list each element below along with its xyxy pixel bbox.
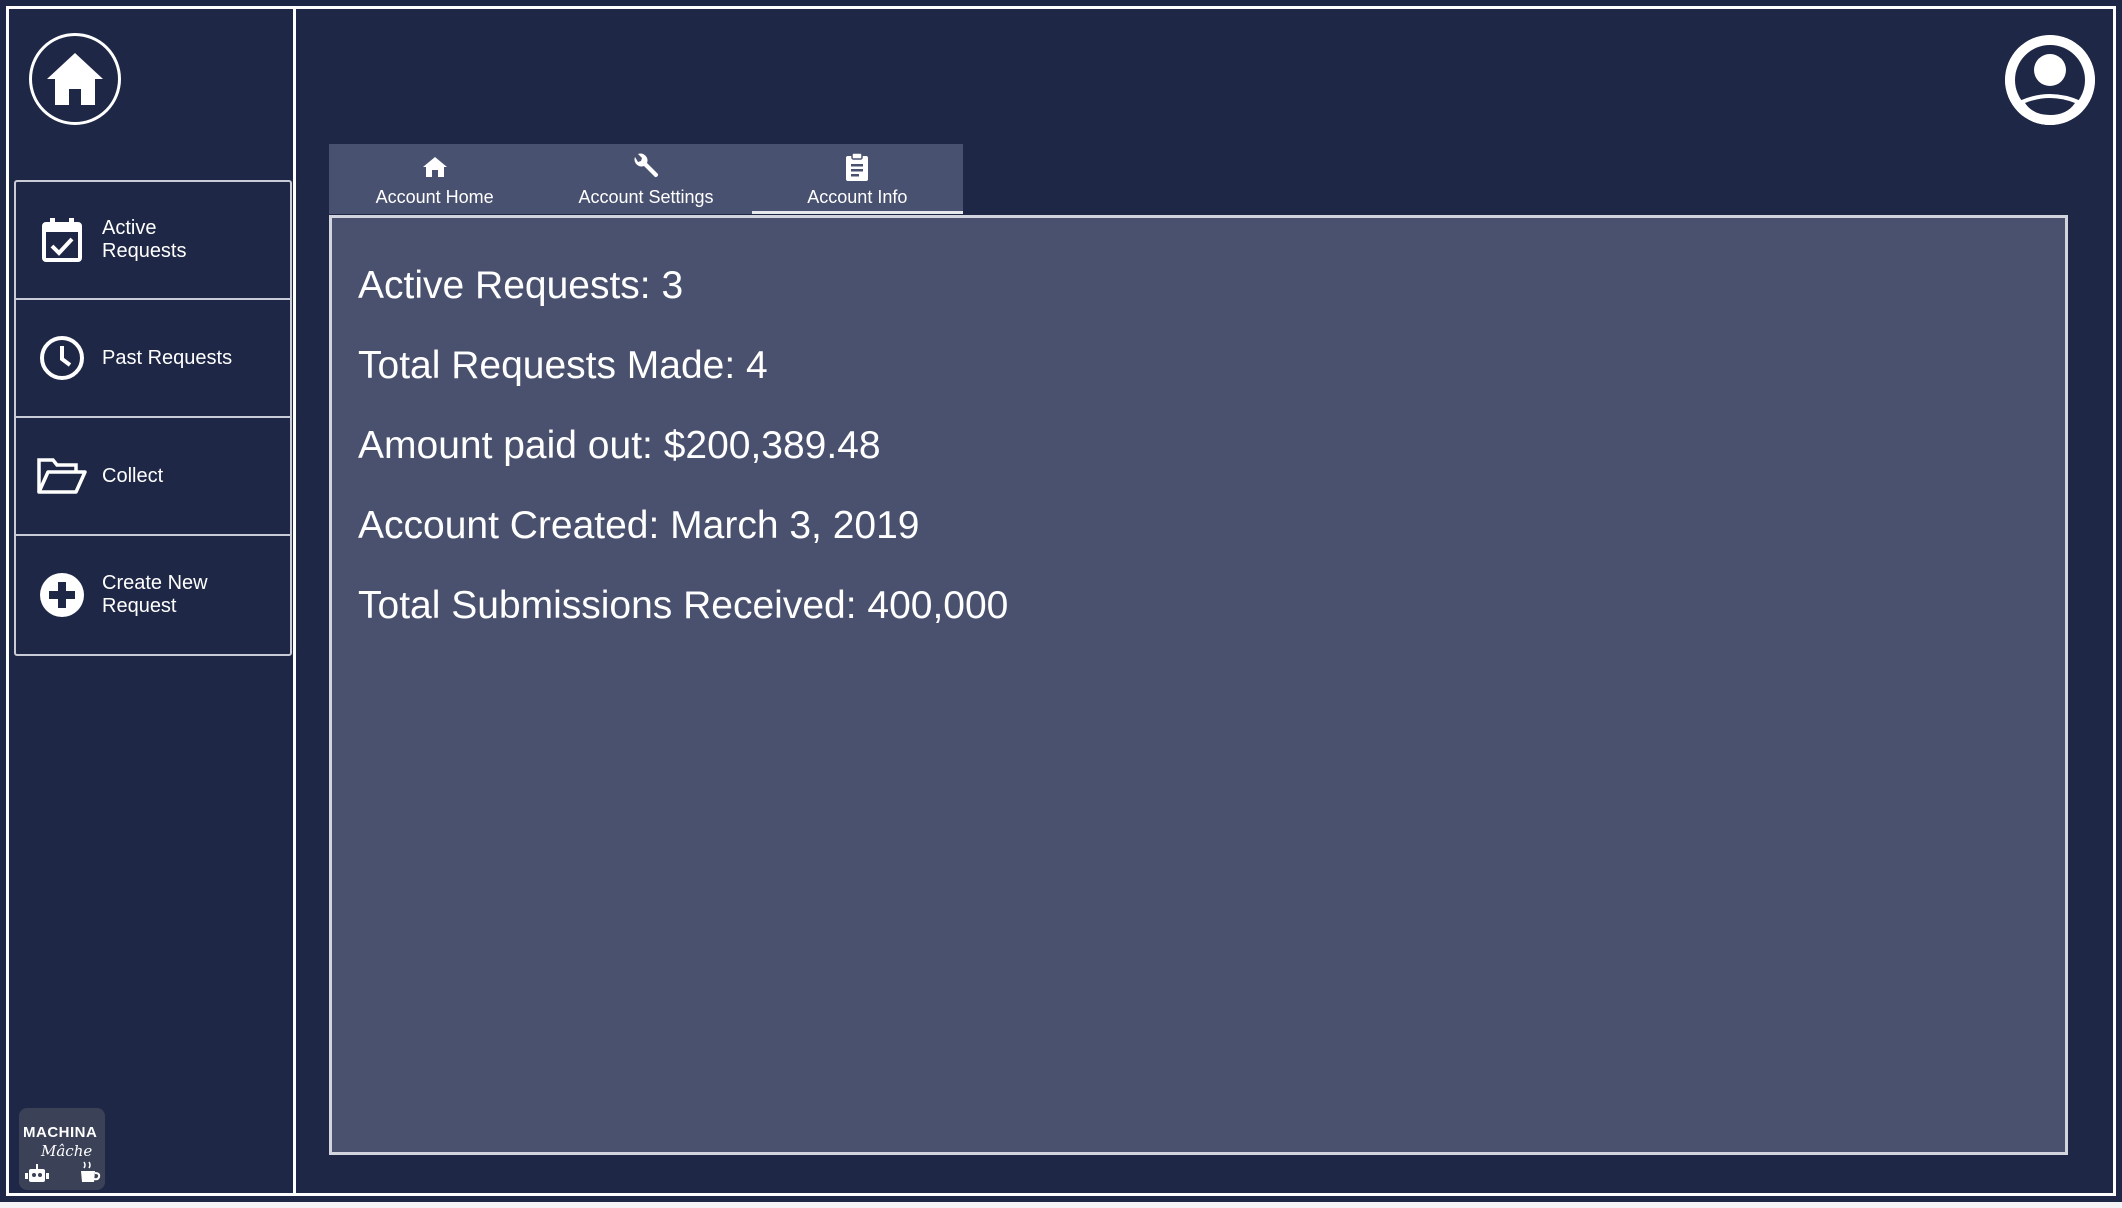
wrench-icon [631, 151, 661, 183]
home-button[interactable] [29, 33, 121, 125]
clipboard-icon [844, 151, 870, 183]
logo-line-1: MACHINA [23, 1124, 98, 1141]
user-avatar-icon [2005, 35, 2095, 125]
sidebar-item-label: Past Requests [102, 346, 233, 369]
plus-circle-icon [36, 569, 88, 621]
coffee-cup-icon [81, 1161, 101, 1182]
active-requests-stat: Active Requests: 3 [358, 264, 684, 307]
clock-icon [36, 332, 88, 384]
sidebar-item-active-requests[interactable]: Active Requests [16, 182, 290, 300]
robot-icon [25, 1164, 49, 1182]
tab-label: Account Settings [578, 187, 714, 207]
tab-label: Account Info [807, 187, 908, 207]
app-logo: MACHINA Mâche [19, 1108, 105, 1190]
logo-line-2: Mâche [41, 1142, 93, 1160]
sidebar: Active Requests Past Requests Collect Cr… [9, 9, 296, 1193]
sidebar-item-label: Active Requests [102, 217, 187, 262]
tab-account-info[interactable]: Account Info [751, 144, 963, 214]
tab-account-home[interactable]: Account Home [329, 144, 540, 214]
tab-label: Account Home [375, 187, 494, 207]
home-icon [47, 53, 103, 105]
account-info-panel: Active Requests: 3 Total Requests Made: … [329, 215, 2068, 1155]
amount-paid-stat: Amount paid out: $200,389.48 [358, 424, 881, 467]
sidebar-item-past-requests[interactable]: Past Requests [16, 300, 290, 418]
sidebar-item-collect[interactable]: Collect [16, 418, 290, 536]
folder-open-icon [36, 450, 88, 502]
account-tabs: Account Home Account Settings Account In… [329, 144, 963, 214]
account-created-stat: Account Created: March 3, 2019 [358, 504, 920, 547]
sidebar-nav: Active Requests Past Requests Collect Cr… [14, 180, 292, 656]
home-icon [422, 151, 448, 183]
total-submissions-stat: Total Submissions Received: 400,000 [358, 584, 1009, 627]
tab-account-settings[interactable]: Account Settings [540, 144, 751, 214]
sidebar-item-create-new-request[interactable]: Create New Request [16, 536, 290, 654]
sidebar-item-label: Collect [102, 464, 164, 487]
calendar-check-icon [36, 214, 88, 266]
total-requests-stat: Total Requests Made: 4 [358, 344, 768, 387]
app-window: Active Requests Past Requests Collect Cr… [0, 0, 2122, 1202]
sidebar-item-label: Create New Request [102, 572, 208, 617]
user-avatar-button[interactable] [2005, 35, 2095, 125]
